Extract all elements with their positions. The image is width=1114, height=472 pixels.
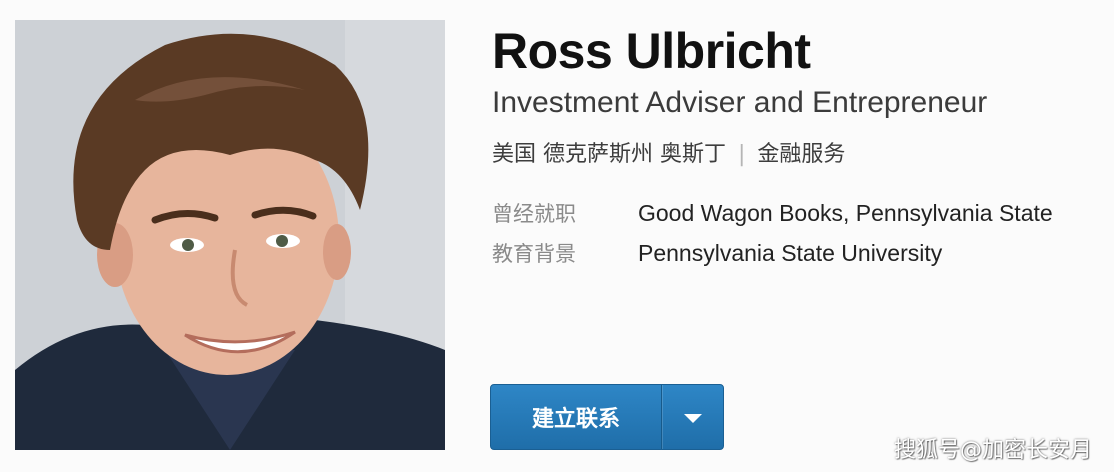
watermark: 搜狐号@加密长安月: [893, 438, 1092, 463]
profile-industry[interactable]: 金融服务: [757, 142, 845, 167]
education-value[interactable]: Pennsylvania State University: [638, 240, 942, 266]
previous-positions-label: 曾经就职: [492, 202, 576, 226]
meta-separator: |: [738, 142, 746, 167]
previous-positions-row: 曾经就职 Good Wagon Books, Pennsylvania State: [492, 198, 1053, 228]
caret-down-icon: [683, 413, 702, 423]
connect-button[interactable]: 建立联系: [491, 385, 661, 449]
profile-name: Ross Ulbricht: [492, 23, 811, 79]
connect-dropdown-button[interactable]: [662, 385, 723, 449]
profile-card: Ross Ulbricht Investment Adviser and Ent…: [0, 0, 1114, 472]
previous-positions-value[interactable]: Good Wagon Books, Pennsylvania State: [638, 200, 1053, 226]
profile-meta: 美国 德克萨斯州 奥斯丁 | 金融服务: [492, 136, 845, 168]
education-label: 教育背景: [492, 242, 576, 266]
education-row: 教育背景 Pennsylvania State University: [492, 238, 942, 268]
portrait-illustration: [15, 20, 445, 450]
profile-photo: [15, 20, 445, 450]
profile-headline: Investment Adviser and Entrepreneur: [492, 86, 988, 119]
profile-location[interactable]: 美国 德克萨斯州 奥斯丁: [492, 142, 726, 167]
connect-button-group: 建立联系: [490, 384, 724, 450]
